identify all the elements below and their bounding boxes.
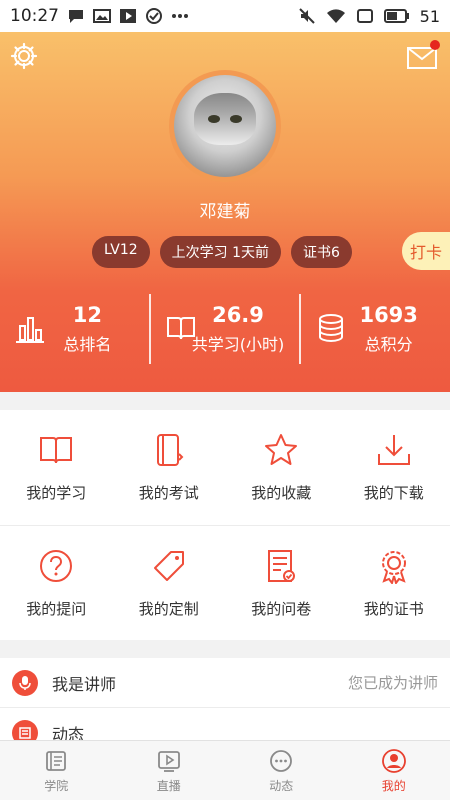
my-exam-label: 我的考试 — [138, 484, 199, 502]
stats-row: 12 总排名 26.9 共学习(小时) 1693 总积分 — [0, 294, 450, 364]
stat-points-label: 总积分 — [364, 335, 413, 354]
lecturer-status: 您已成为讲师 — [347, 674, 438, 692]
message-icon — [67, 8, 85, 24]
last-study-badge: 上次学习 1天前 — [159, 236, 282, 268]
chat-bubble-icon — [270, 749, 293, 772]
wifi-icon — [326, 8, 346, 24]
survey-icon — [268, 550, 296, 582]
my-custom-button[interactable]: 我的定制 — [113, 526, 226, 640]
my-survey-label: 我的问卷 — [251, 600, 312, 618]
status-bar: 10:27 51 — [0, 0, 450, 32]
user-name: 邓建菊 — [199, 202, 251, 222]
my-certificates-button[interactable]: 我的证书 — [338, 526, 450, 640]
my-study-label: 我的学习 — [26, 484, 87, 502]
my-custom-label: 我的定制 — [138, 600, 199, 618]
microphone-icon — [12, 669, 38, 696]
my-survey-button[interactable]: 我的问卷 — [225, 526, 338, 640]
more-dots-icon — [171, 13, 189, 19]
notification-dot — [430, 40, 440, 50]
avatar[interactable] — [169, 70, 281, 182]
stat-points-value: 1693 — [359, 303, 418, 327]
my-favorites-label: 我的收藏 — [251, 484, 312, 502]
play-icon — [157, 750, 180, 772]
stat-hours-label: 共学习(小时) — [191, 335, 285, 354]
bar-chart-icon — [14, 312, 46, 344]
academy-icon — [46, 750, 67, 771]
tab-academy[interactable]: 学院 — [0, 741, 113, 800]
user-icon — [381, 748, 406, 773]
stat-hours-value: 26.9 — [212, 303, 264, 327]
exam-icon — [156, 434, 184, 466]
check-circle-icon — [145, 7, 163, 25]
image-icon — [93, 8, 111, 24]
tab-academy-label: 学院 — [44, 778, 69, 793]
profile-tags: LV12 上次学习 1天前 证书6 — [92, 236, 352, 268]
my-downloads-label: 我的下载 — [363, 484, 424, 502]
my-downloads-button[interactable]: 我的下载 — [338, 410, 450, 525]
tab-mine-label: 我的 — [381, 778, 406, 793]
avatar-image — [174, 75, 276, 177]
gear-icon[interactable] — [10, 42, 38, 70]
stat-points[interactable]: 1693 总积分 — [299, 294, 450, 364]
checkin-button[interactable]: 打卡 — [402, 232, 450, 270]
stat-rank-label: 总排名 — [63, 335, 112, 354]
question-icon — [40, 550, 73, 582]
my-certificates-label: 我的证书 — [363, 600, 424, 618]
my-study-button[interactable]: 我的学习 — [0, 410, 113, 525]
stat-rank-value: 12 — [72, 303, 102, 327]
video-icon — [119, 8, 137, 24]
lecturer-label: 我是讲师 — [52, 674, 117, 694]
my-favorites-button[interactable]: 我的收藏 — [225, 410, 338, 525]
certificate-badge: 证书6 — [291, 236, 352, 268]
tab-mine[interactable]: 我的 — [338, 741, 450, 800]
mute-icon — [298, 7, 316, 25]
my-questions-button[interactable]: 我的提问 — [0, 526, 113, 640]
list-item-lecturer[interactable]: 我是讲师 您已成为讲师 — [0, 658, 450, 708]
stat-hours[interactable]: 26.9 共学习(小时) — [148, 294, 300, 364]
sim-icon — [356, 9, 374, 23]
status-time: 10:27 — [10, 6, 59, 26]
book-icon — [40, 437, 73, 464]
certificate-icon — [381, 551, 406, 584]
tab-live[interactable]: 直播 — [113, 741, 226, 800]
tab-dynamics-label: 动态 — [269, 778, 294, 793]
coins-icon — [315, 312, 347, 344]
bottom-tab-bar: 学院 直播 动态 我的 — [0, 740, 450, 800]
level-badge: LV12 — [92, 236, 150, 268]
open-book-icon — [165, 312, 197, 344]
battery-level: 51 — [419, 6, 440, 26]
function-grid: 我的学习 我的考试 我的收藏 我的下载 我的提问 我的定制 我的问卷 我的证书 — [0, 410, 450, 640]
stat-rank[interactable]: 12 总排名 — [0, 294, 149, 364]
download-icon — [377, 435, 410, 465]
star-icon — [265, 434, 298, 465]
battery-icon — [383, 9, 410, 23]
tab-live-label: 直播 — [156, 778, 181, 793]
tag-icon — [153, 551, 184, 581]
tab-dynamics[interactable]: 动态 — [225, 741, 338, 800]
my-questions-label: 我的提问 — [26, 600, 87, 618]
profile-header: 邓建菊 LV12 上次学习 1天前 证书6 打卡 12 总排名 26.9 共学习… — [0, 32, 450, 392]
my-exam-button[interactable]: 我的考试 — [113, 410, 226, 525]
